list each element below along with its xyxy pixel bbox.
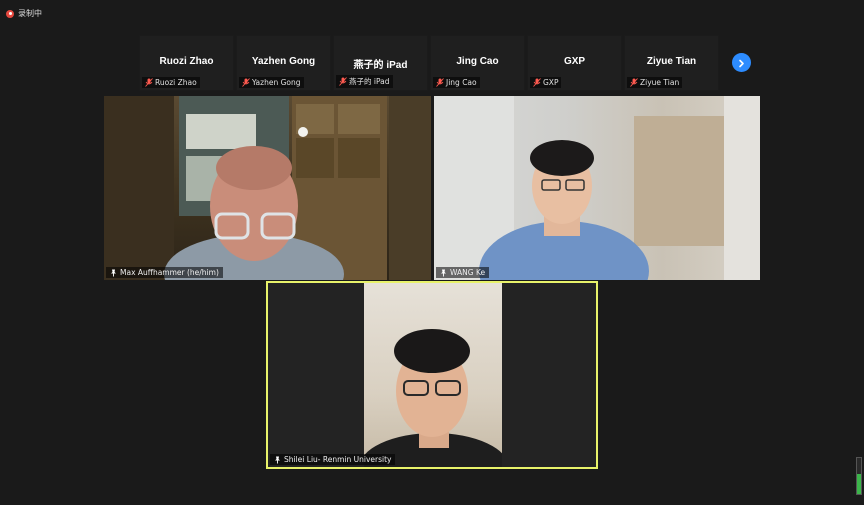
participant-name-tag: Max Auffhammer (he/him) (106, 267, 223, 278)
participant-label: GXP (543, 78, 559, 87)
video-feed-area (364, 283, 502, 467)
participant-label-bar: Ruozi Zhao (142, 77, 200, 88)
pin-icon (110, 269, 117, 277)
mic-muted-icon (533, 78, 541, 87)
mic-muted-icon (436, 78, 444, 87)
participant-tile-yazhen-gong[interactable]: Yazhen Gong Yazhen Gong (236, 35, 331, 91)
participant-label-bar: Jing Cao (433, 77, 480, 88)
participant-name: Jing Cao (456, 56, 499, 67)
participant-name: 燕子的 iPad (353, 60, 408, 71)
participant-strip: Ruozi Zhao Ruozi Zhao Yazhen Gong Yazhen… (139, 35, 719, 91)
pin-icon (274, 456, 281, 464)
mic-muted-icon (630, 78, 638, 87)
participant-name: WANG Ke (450, 268, 486, 277)
participant-name: Ruozi Zhao (159, 56, 214, 67)
recording-icon (6, 9, 14, 18)
participant-label: Jing Cao (446, 78, 477, 87)
recording-label: 录制中 (18, 9, 42, 18)
mic-muted-icon (242, 78, 250, 87)
video-feed (364, 329, 502, 467)
participant-label: 燕子的 iPad (349, 77, 390, 86)
participant-name-tag: WANG Ke (436, 267, 490, 278)
participant-name: Ziyue Tian (646, 56, 697, 67)
participant-label-bar: Ziyue Tian (627, 77, 683, 88)
recording-indicator: 录制中 (6, 8, 42, 19)
video-tile-shilei-liu[interactable]: Shilei Liu- Renmin University (266, 281, 598, 469)
chevron-right-icon (737, 53, 746, 72)
participant-label-bar: Yazhen Gong (239, 77, 304, 88)
participant-name: GXP (563, 56, 586, 67)
participant-tile-yanzi-ipad[interactable]: 燕子的 iPad 燕子的 iPad (333, 35, 428, 91)
participant-name: Shilei Liu- Renmin University (284, 455, 392, 464)
video-feed (104, 96, 431, 280)
volume-level (857, 474, 861, 494)
participant-label: Ruozi Zhao (155, 78, 197, 87)
participant-tile-jing-cao[interactable]: Jing Cao Jing Cao (430, 35, 525, 91)
participant-label-bar: GXP (530, 77, 562, 88)
participant-label: Yazhen Gong (252, 78, 301, 87)
mic-muted-icon (145, 78, 153, 87)
participant-tile-ruozi-zhao[interactable]: Ruozi Zhao Ruozi Zhao (139, 35, 234, 91)
mic-muted-icon (339, 77, 347, 86)
video-tile-max-auffhammer[interactable]: Max Auffhammer (he/him) (104, 96, 431, 280)
participant-label: Ziyue Tian (640, 78, 680, 87)
pin-icon (440, 269, 447, 277)
next-page-button[interactable] (732, 53, 751, 72)
volume-meter (856, 457, 862, 495)
participant-name: Max Auffhammer (he/him) (120, 268, 219, 277)
participant-tile-gxp[interactable]: GXP GXP (527, 35, 622, 91)
participant-tile-ziyue-tian[interactable]: Ziyue Tian Ziyue Tian (624, 35, 719, 91)
video-tile-wang-ke[interactable]: WANG Ke (434, 96, 760, 280)
video-feed (434, 96, 760, 280)
participant-label-bar: 燕子的 iPad (336, 75, 393, 88)
participant-name: Yazhen Gong (251, 56, 316, 67)
participant-name-tag: Shilei Liu- Renmin University (270, 454, 396, 465)
